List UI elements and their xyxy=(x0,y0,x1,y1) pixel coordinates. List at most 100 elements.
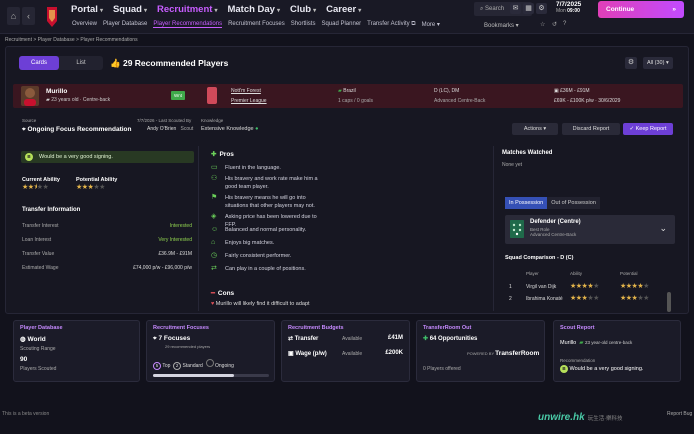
game-date: 7/7/2025 Mon 09:00 xyxy=(556,1,582,14)
matches-watched-value: None yet xyxy=(502,162,523,168)
current-ability: Current Ability ★★⯨★★ xyxy=(22,177,60,194)
consistency-icon: ◷ xyxy=(211,252,218,259)
scout-info: 7/7/2026 - Last Scouted By Andy O'Brien … xyxy=(137,118,194,132)
nav-club[interactable]: Club ▾ xyxy=(290,4,316,15)
speech-icon: ▭ xyxy=(211,164,218,171)
pro-item: ⌂ Enjoys big matches. xyxy=(211,239,275,246)
player-info: ▰ 23 years old · Centre-back xyxy=(46,97,111,103)
sub-nav: Overview Player Database Player Recommen… xyxy=(72,21,446,28)
external-link-icon: ⧉ xyxy=(411,21,416,27)
search-icon: ⌕ xyxy=(480,6,484,12)
discard-report-button[interactable]: Discard Report xyxy=(562,123,620,135)
money-icon: ▣ xyxy=(554,88,559,94)
target-icon: ⌖ xyxy=(153,335,157,342)
grade-b-icon: B xyxy=(25,153,33,161)
home-icon[interactable]: ⌂ xyxy=(7,7,20,25)
pro-item: ⇄ Can play in a couple of positions. xyxy=(211,265,306,272)
tab-in-possession[interactable]: In Possession xyxy=(505,197,548,209)
nav-match-day[interactable]: Match Day ▾ xyxy=(227,4,280,15)
brazil-flag-icon: ▰ xyxy=(338,88,342,94)
pro-item: ◷ Fairly consistent performer. xyxy=(211,252,292,259)
potential-ability-stars: ★★★★★ xyxy=(76,184,105,191)
history-icon[interactable]: ↺ xyxy=(552,21,557,28)
watermark-logo: unwire.hk 玩生活·樂科技 xyxy=(538,412,623,423)
transferroom-icon: ✚ xyxy=(423,336,429,342)
player-name[interactable]: Murillo xyxy=(46,88,67,95)
subnav-squad-planner[interactable]: Squad Planner xyxy=(321,21,361,28)
player-role: Advanced Centre-Back xyxy=(434,98,486,104)
nav-recruitment[interactable]: Recruitment ▾ xyxy=(157,4,217,15)
nav-career[interactable]: Career ▾ xyxy=(326,4,361,15)
recruitment-focuses-card[interactable]: Recruitment Focuses ⌖ 7 Focuses 29 recom… xyxy=(146,320,275,382)
back-icon[interactable]: ‹ xyxy=(22,7,35,25)
squad-comparison-title: Squad Comparison - D (C) xyxy=(505,255,574,261)
recommendations-panel: Cards List 👍 29 Recommended Players ⚙ Al… xyxy=(5,46,689,314)
transfer-interest-row: Transfer Interest Interested xyxy=(22,223,192,229)
view-toggle: Cards List xyxy=(19,56,103,70)
pro-item: ▭ Fluent in the language. xyxy=(211,164,281,171)
player-league[interactable]: Premier League xyxy=(231,98,267,104)
con-item: ♥ Murillo will likely find it difficult … xyxy=(211,301,310,307)
current-ability-stars: ★★⯨★★ xyxy=(22,184,49,191)
player-wage: £69K - £100K p/w · 30/6/2029 xyxy=(554,98,621,104)
view-cards-toggle[interactable]: Cards xyxy=(19,56,59,70)
ability-stars: ★★★★★ xyxy=(570,295,599,302)
tab-out-of-possession[interactable]: Out of Possession xyxy=(547,197,600,209)
filter-select[interactable]: All (30) ▾ xyxy=(643,57,673,69)
price-tag-icon: ◈ xyxy=(211,213,217,220)
chevron-down-icon[interactable]: ⌄ xyxy=(659,223,667,234)
target-icon: ⌖ xyxy=(22,126,26,133)
player-nation: ▰ Brazil xyxy=(338,88,356,94)
continue-button[interactable]: Continue» xyxy=(598,1,684,18)
player-club[interactable]: Nott'm Forest xyxy=(231,88,267,94)
keep-report-button[interactable]: ✓ Keep Report xyxy=(623,123,673,135)
minus-icon: ━ xyxy=(211,290,215,297)
beta-notice: This is a beta version xyxy=(2,411,50,417)
globe-icon: ◍ xyxy=(20,336,26,343)
help-icon[interactable]: ? xyxy=(563,21,566,27)
nav-squad[interactable]: Squad ▾ xyxy=(113,4,147,15)
focuses-progress-bar xyxy=(153,374,269,377)
pro-item: ☺ Balanced and normal personality. xyxy=(211,226,307,233)
role-selector[interactable]: Defender (Centre) Best Role Advanced Cent… xyxy=(505,215,675,244)
scrollbar[interactable] xyxy=(667,292,671,312)
inbox-icon[interactable]: ✉ xyxy=(510,3,521,14)
subnav-more[interactable]: More ▾ xyxy=(422,21,440,28)
subnav-overview[interactable]: Overview xyxy=(72,21,97,28)
transferroom-card[interactable]: TransferRoom Out ✚ 64 Opportunities POWE… xyxy=(416,320,545,382)
pro-item: ⚑ His bravery means he will go into situa… xyxy=(211,194,315,209)
wage-icon: ▣ xyxy=(288,351,294,357)
player-photo xyxy=(21,86,39,106)
subnav-transfer-activity[interactable]: Transfer Activity ⧉ xyxy=(367,21,415,28)
options-gear-icon[interactable]: ⚙ xyxy=(625,57,637,69)
actions-button[interactable]: Actions ▾ xyxy=(512,123,558,135)
player-database-card[interactable]: Player Database ◍ World Scouting Range 9… xyxy=(13,320,140,382)
potential-stars: ★★★★★ xyxy=(620,295,649,302)
report-bug-link[interactable]: Report Bug xyxy=(667,411,692,417)
scout-name[interactable]: Andy O'Brien xyxy=(147,126,176,132)
subnav-player-database[interactable]: Player Database xyxy=(103,21,147,28)
possession-tabs: In Possession Out of Possession xyxy=(505,197,600,209)
scout-report-card[interactable]: Scout Report Murillo ▰ 23 year-old centr… xyxy=(553,320,681,382)
club-crest-icon xyxy=(47,7,57,27)
subnav-shortlists[interactable]: Shortlists xyxy=(291,21,316,28)
settings-icon[interactable]: ⚙ xyxy=(536,3,547,14)
grid-icon[interactable]: ▦ xyxy=(523,3,534,14)
bookmark-icon[interactable]: ☆ xyxy=(540,21,545,28)
pitch-icon xyxy=(510,220,524,238)
flag-icon: ▰ xyxy=(46,97,50,103)
transfer-info-title: Transfer Information xyxy=(22,207,81,213)
subnav-recruitment-focuses[interactable]: Recruitment Focuses xyxy=(228,21,285,28)
estimated-wage-row: Estimated Wage £74,000 p/w - £96,000 p/w xyxy=(22,265,192,271)
transfer-value-row: Transfer Value £36.9M - £91M xyxy=(22,251,192,257)
subnav-player-recommendations[interactable]: Player Recommendations xyxy=(153,21,223,28)
bookmarks-menu[interactable]: Bookmarks ▾ xyxy=(484,22,519,29)
player-strip[interactable]: Murillo ▰ 23 years old · Centre-back Wnt… xyxy=(13,84,683,108)
recruitment-budgets-card[interactable]: Recruitment Budgets ⇄ Transfer Available… xyxy=(281,320,410,382)
verdict-banner: B Would be a very good signing. xyxy=(21,151,194,163)
nav-portal[interactable]: Portal ▾ xyxy=(71,4,103,15)
breadcrumb: Recruitment > Player Database > Player R… xyxy=(5,37,138,43)
potential-ability: Potential Ability ★★★★★ xyxy=(76,177,118,191)
main-nav: Portal ▾ Squad ▾ Recruitment ▾ Match Day ▾ C… xyxy=(71,4,371,15)
view-list-toggle[interactable]: List xyxy=(61,56,101,70)
